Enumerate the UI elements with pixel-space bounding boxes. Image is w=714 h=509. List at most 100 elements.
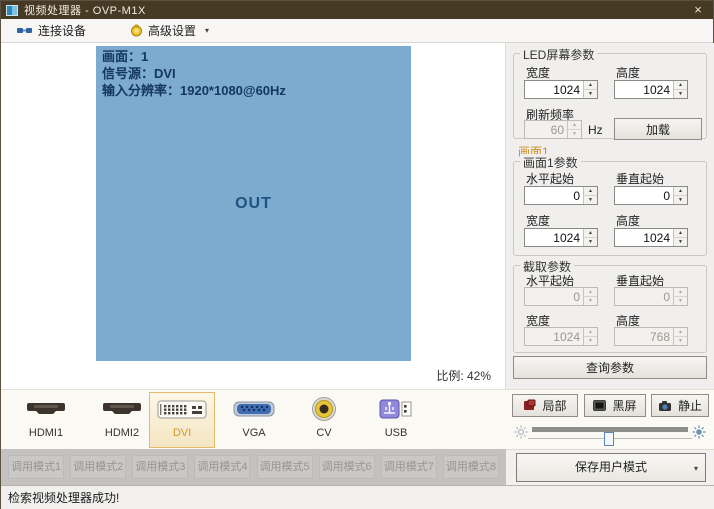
save-mode-zone: 保存用户模式 ▾ (506, 449, 714, 485)
vga-icon (232, 399, 276, 419)
capture-hstart-input (525, 288, 583, 305)
spin-down-icon[interactable]: ▼ (674, 238, 687, 246)
source-dvi[interactable]: DVI (149, 392, 215, 448)
mode-button-6: 调用模式6 (319, 455, 375, 479)
source-label: DVI (173, 427, 191, 439)
mode-button-4: 调用模式4 (194, 455, 250, 479)
spin-down-icon[interactable]: ▼ (584, 90, 597, 98)
led-height-input[interactable] (615, 81, 673, 98)
capture-vstart-input (615, 288, 673, 305)
spin-up-icon[interactable]: ▲ (584, 81, 597, 90)
blackscreen-label: 黑屏 (612, 397, 636, 414)
screen1-width-input[interactable] (525, 229, 583, 246)
spin-down-icon: ▼ (584, 337, 597, 345)
spin-down-icon[interactable]: ▼ (674, 90, 687, 98)
part-icon (523, 399, 536, 412)
source-hdmi2[interactable]: HDMI2 (89, 392, 155, 448)
mode-button-3: 调用模式3 (132, 455, 188, 479)
slider-handle[interactable] (604, 432, 614, 446)
screen1-hstart-label: 水平起始 (526, 170, 574, 187)
spin-up-icon[interactable]: ▲ (584, 187, 597, 196)
freeze-button[interactable]: 静止 (651, 394, 709, 417)
spin-down-icon[interactable]: ▼ (584, 238, 597, 246)
mode-button-5: 调用模式5 (257, 455, 313, 479)
spin-down-icon: ▼ (568, 130, 581, 138)
connect-device-label: 连接设备 (38, 22, 86, 39)
refresh-spinner: ▲▼ (524, 120, 582, 139)
connect-device-button[interactable]: 连接设备 (9, 21, 94, 41)
query-params-button[interactable]: 查询参数 (513, 356, 707, 379)
mode-button-2: 调用模式2 (70, 455, 126, 479)
spin-up-icon[interactable]: ▲ (674, 187, 687, 196)
screen1-vstart-spinner: ▲▼ (614, 186, 688, 205)
led-params-group: LED屏幕参数 宽度 高度 ▲▼ ▲▼ 刷新频率 ▲▼ Hz 加载 (513, 53, 707, 139)
hz-label: Hz (588, 123, 603, 137)
part-label: 局部 (542, 397, 566, 414)
brightness-slider-zone (506, 420, 714, 448)
blackscreen-button[interactable]: 黑屏 (584, 394, 646, 417)
mode-button-7: 调用模式7 (381, 455, 437, 479)
status-message: 检索视频处理器成功! (8, 489, 119, 506)
freeze-icon (658, 400, 672, 412)
settings-icon (130, 24, 143, 37)
capture-params-group: 截取参数 水平起始 垂直起始 ▲▼ ▲▼ 宽度 高度 ▲▼ (513, 265, 707, 353)
spin-up-icon[interactable]: ▲ (584, 229, 597, 238)
app-icon (6, 5, 18, 16)
spin-up-icon[interactable]: ▲ (674, 229, 687, 238)
plug-icon (17, 26, 33, 35)
advanced-settings-button[interactable]: 高级设置 ▾ (122, 21, 217, 41)
screen1-vstart-input[interactable] (615, 187, 673, 204)
mode-row: 调用模式1 调用模式2 调用模式3 调用模式4 调用模式5 调用模式6 调用模式… (1, 449, 506, 485)
status-bar: 检索视频处理器成功! (1, 485, 714, 509)
advanced-settings-label: 高级设置 (148, 22, 196, 39)
capture-width-input (525, 328, 583, 345)
close-button[interactable]: × (683, 1, 713, 19)
capture-height-spinner: ▲▼ (614, 327, 688, 346)
usb-icon (378, 397, 414, 421)
spin-up-icon[interactable]: ▲ (674, 81, 687, 90)
rca-icon (311, 396, 337, 422)
spin-down-icon: ▼ (674, 337, 687, 345)
app-window: 视频处理器 - OVP-M1X × 连接设备 高级设置 ▾ 画面：1信号源：DV… (0, 0, 714, 509)
chevron-down-icon: ▾ (694, 455, 698, 482)
chevron-down-icon: ▾ (205, 26, 209, 35)
led-height-spinner: ▲▼ (614, 80, 688, 99)
capture-width-spinner: ▲▼ (524, 327, 598, 346)
capture-height-input (615, 328, 673, 345)
source-usb[interactable]: USB (363, 392, 429, 448)
screen1-hstart-input[interactable] (525, 187, 583, 204)
spin-down-icon[interactable]: ▼ (584, 196, 597, 204)
led-width-input[interactable] (525, 81, 583, 98)
source-vga[interactable]: VGA (221, 392, 287, 448)
part-button[interactable]: 局部 (512, 394, 578, 417)
spin-up-icon: ▲ (584, 288, 597, 297)
spin-down-icon: ▼ (584, 297, 597, 305)
source-label: USB (385, 427, 408, 439)
source-hdmi1[interactable]: HDMI1 (13, 392, 79, 448)
screen1-height-label: 高度 (616, 212, 640, 229)
output-canvas[interactable]: 画面：1信号源：DVI输入分辨率：1920*1080@60Hz OUT (96, 46, 411, 361)
screen1-height-input[interactable] (615, 229, 673, 246)
load-button[interactable]: 加载 (614, 118, 702, 140)
main-area: 画面：1信号源：DVI输入分辨率：1920*1080@60Hz OUT 比例: … (1, 43, 714, 389)
toolbar: 连接设备 高级设置 ▾ (1, 19, 713, 43)
mode-button-8: 调用模式8 (443, 455, 499, 479)
spin-up-icon: ▲ (674, 328, 687, 337)
save-user-mode-label: 保存用户模式 (575, 460, 647, 474)
screen1-width-label: 宽度 (526, 212, 550, 229)
source-label: HDMI2 (105, 427, 139, 439)
freeze-label: 静止 (678, 397, 702, 414)
source-cv[interactable]: CV (291, 392, 357, 448)
parameter-panel: LED屏幕参数 宽度 高度 ▲▼ ▲▼ 刷新频率 ▲▼ Hz 加载 (506, 43, 714, 389)
mode-button-1: 调用模式1 (8, 455, 64, 479)
source-label: VGA (242, 427, 265, 439)
led-width-label: 宽度 (526, 64, 550, 81)
led-width-spinner: ▲▼ (524, 80, 598, 99)
spin-down-icon: ▼ (674, 297, 687, 305)
refresh-input (525, 121, 567, 138)
capture-hstart-spinner: ▲▼ (524, 287, 598, 306)
hdmi-icon (102, 400, 142, 418)
save-user-mode-button[interactable]: 保存用户模式 ▾ (516, 453, 706, 482)
dvi-icon (156, 397, 208, 421)
spin-down-icon[interactable]: ▼ (674, 196, 687, 204)
